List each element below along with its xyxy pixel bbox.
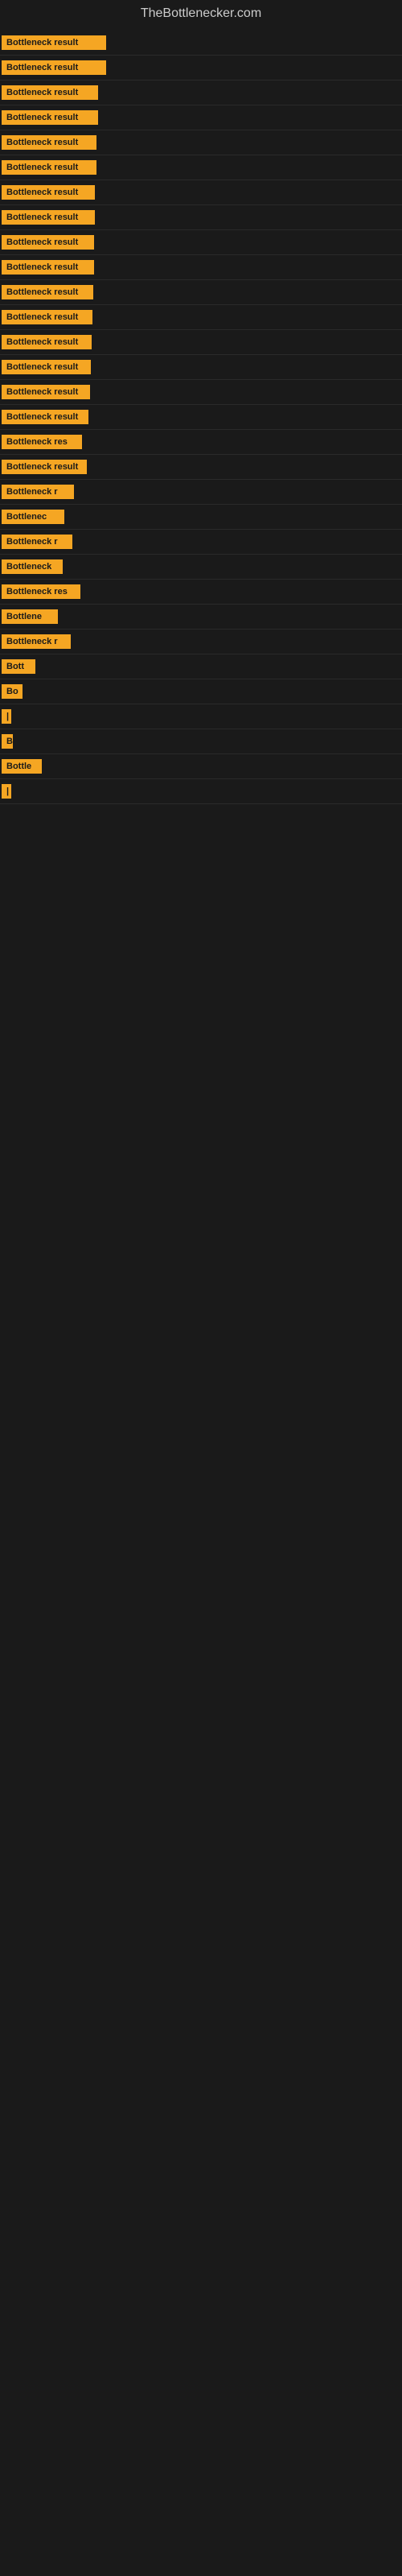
list-item: Bottleneck result bbox=[0, 205, 402, 230]
bottleneck-label: B bbox=[2, 734, 13, 749]
list-item: Bottleneck bbox=[0, 555, 402, 580]
bottleneck-label: Bottleneck result bbox=[2, 360, 91, 374]
bottleneck-label: Bottleneck result bbox=[2, 260, 94, 275]
list-item: Bottleneck result bbox=[0, 455, 402, 480]
list-item: Bottleneck result bbox=[0, 56, 402, 80]
bottleneck-label: Bott bbox=[2, 659, 35, 674]
bottleneck-label: Bottle bbox=[2, 759, 42, 774]
list-item: Bottleneck result bbox=[0, 405, 402, 430]
bottleneck-label: Bottleneck result bbox=[2, 110, 98, 125]
bottleneck-label: Bottleneck bbox=[2, 559, 63, 574]
bottleneck-label: Bottleneck result bbox=[2, 410, 88, 424]
list-item: Bottleneck result bbox=[0, 230, 402, 255]
list-item: Bottleneck r bbox=[0, 480, 402, 505]
bottleneck-label: Bottleneck result bbox=[2, 310, 92, 324]
bottleneck-label: Bottleneck result bbox=[2, 185, 95, 200]
list-item: Bottleneck result bbox=[0, 31, 402, 56]
list-item: Bottleneck res bbox=[0, 580, 402, 605]
list-item: | bbox=[0, 779, 402, 804]
list-item: Bottleneck result bbox=[0, 180, 402, 205]
list-item: Bottleneck result bbox=[0, 130, 402, 155]
list-item: Bo bbox=[0, 679, 402, 704]
list-item: Bottleneck result bbox=[0, 380, 402, 405]
bottleneck-list: Bottleneck result Bottleneck result Bottle… bbox=[0, 27, 402, 807]
list-item: | bbox=[0, 704, 402, 729]
bottleneck-label: | bbox=[2, 784, 11, 799]
bottleneck-label: Bottleneck res bbox=[2, 435, 82, 449]
bottleneck-label: Bo bbox=[2, 684, 23, 699]
bottleneck-label: Bottleneck r bbox=[2, 535, 72, 549]
bottleneck-label: Bottleneck result bbox=[2, 385, 90, 399]
list-item: Bottleneck res bbox=[0, 430, 402, 455]
list-item: Bottleneck r bbox=[0, 530, 402, 555]
list-item: Bottleneck result bbox=[0, 330, 402, 355]
list-item: B bbox=[0, 729, 402, 754]
bottleneck-label: Bottleneck result bbox=[2, 135, 96, 150]
list-item: Bottleneck result bbox=[0, 80, 402, 105]
bottleneck-label: Bottleneck result bbox=[2, 60, 106, 75]
list-item: Bottleneck result bbox=[0, 305, 402, 330]
bottleneck-label: Bottleneck result bbox=[2, 85, 98, 100]
bottleneck-label: | bbox=[2, 709, 11, 724]
bottleneck-label: Bottleneck r bbox=[2, 634, 71, 649]
list-item: Bottle bbox=[0, 754, 402, 779]
bottleneck-label: Bottlenec bbox=[2, 510, 64, 524]
list-item: Bottleneck result bbox=[0, 255, 402, 280]
list-item: Bottleneck result bbox=[0, 105, 402, 130]
bottleneck-label: Bottleneck result bbox=[2, 460, 87, 474]
bottleneck-label: Bottleneck result bbox=[2, 235, 94, 250]
site-title: TheBottlenecker.com bbox=[0, 0, 402, 27]
bottleneck-label: Bottleneck res bbox=[2, 584, 80, 599]
list-item: Bottleneck result bbox=[0, 280, 402, 305]
bottleneck-label: Bottleneck result bbox=[2, 285, 93, 299]
bottleneck-label: Bottleneck result bbox=[2, 335, 92, 349]
list-item: Bottleneck result bbox=[0, 155, 402, 180]
list-item: Bott bbox=[0, 654, 402, 679]
list-item: Bottlene bbox=[0, 605, 402, 630]
site-title-text: TheBottlenecker.com bbox=[141, 6, 261, 20]
bottleneck-label: Bottlene bbox=[2, 609, 58, 624]
list-item: Bottleneck r bbox=[0, 630, 402, 654]
list-item: Bottleneck result bbox=[0, 355, 402, 380]
list-item: Bottlenec bbox=[0, 505, 402, 530]
bottleneck-label: Bottleneck r bbox=[2, 485, 74, 499]
bottleneck-label: Bottleneck result bbox=[2, 35, 106, 50]
bottleneck-label: Bottleneck result bbox=[2, 160, 96, 175]
bottleneck-label: Bottleneck result bbox=[2, 210, 95, 225]
